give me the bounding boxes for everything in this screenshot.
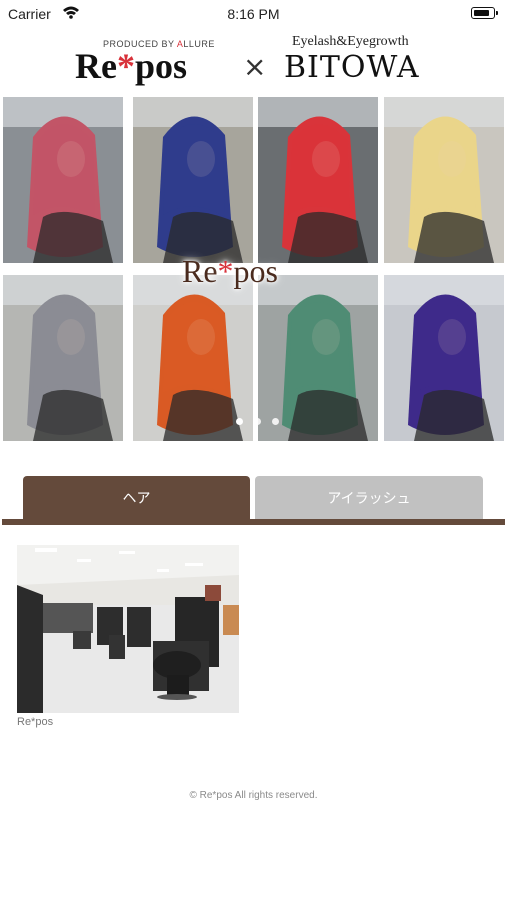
repos-logo: PRODUCED BY ALLURE Re*pos bbox=[75, 36, 227, 86]
copyright-footer: © Re*pos All rights reserved. bbox=[189, 790, 318, 801]
purple-wavy-hair-photo[interactable] bbox=[384, 275, 504, 441]
salon-interior-photo[interactable] bbox=[17, 545, 239, 713]
tab-underline bbox=[2, 519, 505, 525]
status-bar: Carrier 8:16 PM bbox=[0, 0, 507, 28]
carousel-dot[interactable] bbox=[236, 418, 243, 425]
red-wavy-hair-photo[interactable] bbox=[258, 97, 378, 263]
orange-wavy-hair-photo[interactable] bbox=[133, 275, 253, 441]
pink-long-hair-photo[interactable] bbox=[3, 97, 123, 263]
collab-separator: × bbox=[243, 50, 267, 83]
category-tabs: ヘア アイラッシュ bbox=[0, 475, 507, 527]
salon-card-label: Re*pos bbox=[17, 716, 54, 728]
brand-header: PRODUCED BY ALLURE Re*pos × Eyelash&Eyeg… bbox=[0, 28, 507, 90]
blue-straight-hair-photo[interactable] bbox=[133, 97, 253, 263]
salon-interior-image bbox=[17, 545, 239, 713]
tab-hair[interactable]: ヘア bbox=[23, 476, 250, 520]
clock-label: 8:16 PM bbox=[227, 6, 280, 22]
repos-wordmark: Re*pos bbox=[75, 46, 188, 86]
silver-gray-bob-photo[interactable] bbox=[3, 275, 123, 441]
battery-nub bbox=[496, 11, 498, 15]
bitowa-tagline: Eyelash&Eyegrowth bbox=[292, 34, 409, 49]
carousel-dot[interactable] bbox=[254, 418, 261, 425]
carousel-page-indicator[interactable] bbox=[236, 412, 290, 430]
carousel-overlay-logo: Re*pos bbox=[182, 253, 278, 289]
tab-eyelash[interactable]: アイラッシュ bbox=[255, 476, 483, 520]
battery-fill bbox=[473, 9, 489, 16]
bitowa-wordmark: BITOWA bbox=[284, 50, 420, 85]
hair-gallery-carousel[interactable]: Re*pos bbox=[0, 95, 507, 445]
carousel-dot[interactable] bbox=[272, 418, 279, 425]
battery-icon bbox=[471, 7, 498, 19]
bitowa-logo: Eyelash&Eyegrowth BITOWA bbox=[282, 34, 432, 86]
blonde-hair-photo[interactable] bbox=[384, 97, 504, 263]
